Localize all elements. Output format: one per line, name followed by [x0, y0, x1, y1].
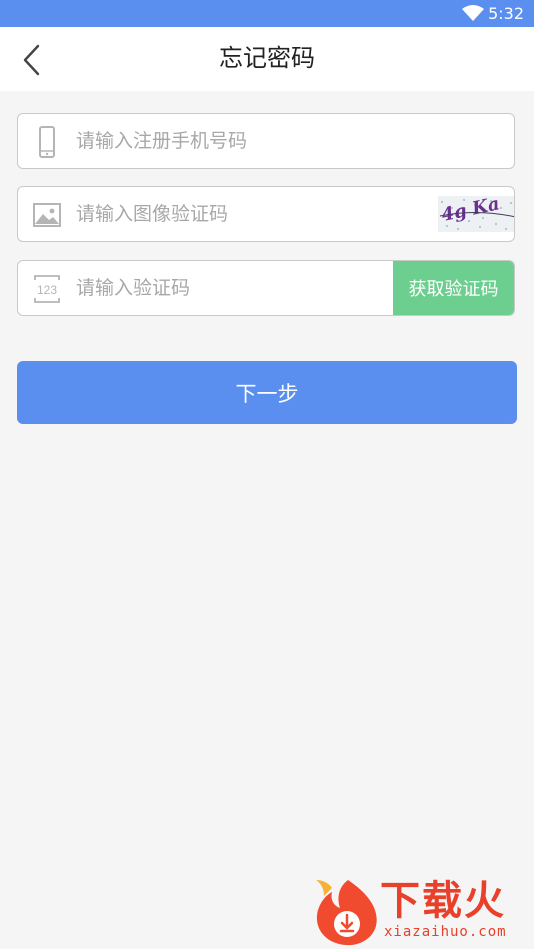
app-bar: 忘记密码 — [0, 27, 534, 91]
number-icon: 123 — [34, 275, 60, 303]
image-icon — [33, 203, 61, 227]
status-time: 5:32 — [488, 4, 524, 23]
page-title: 忘记密码 — [219, 44, 315, 72]
image-code-input[interactable] — [76, 187, 406, 241]
phone-icon — [39, 126, 55, 158]
phone-input[interactable] — [76, 114, 496, 168]
status-bar: 5:32 — [0, 0, 534, 27]
watermark: 下载火 xiazaihuo.com — [312, 878, 530, 946]
sms-code-input[interactable] — [76, 261, 386, 315]
watermark-domain: xiazaihuo.com — [384, 924, 507, 940]
next-step-button[interactable]: 下一步 — [17, 361, 517, 424]
watermark-brand: 下载火 — [380, 878, 506, 924]
wifi-icon — [462, 5, 484, 21]
phone-field — [17, 113, 515, 169]
get-code-button[interactable]: 获取验证码 — [393, 261, 514, 315]
image-code-field: 4g Ka — [17, 186, 515, 242]
svg-text:123: 123 — [37, 283, 57, 297]
flame-logo-icon — [316, 880, 377, 946]
sms-code-field: 123 获取验证码 — [17, 260, 515, 316]
captcha-image[interactable]: 4g Ka — [438, 196, 515, 232]
